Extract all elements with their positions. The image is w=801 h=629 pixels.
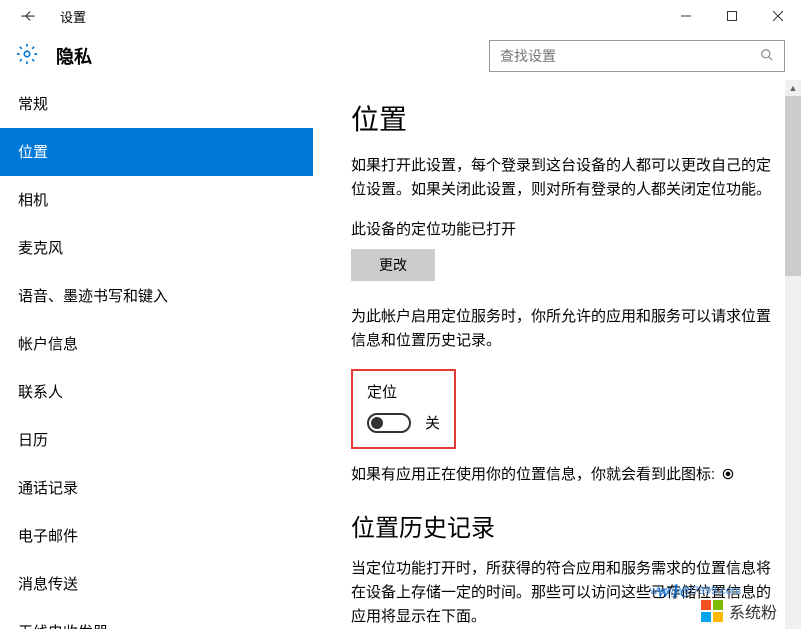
location-toggle[interactable] — [367, 413, 411, 433]
watermark-logo-icon — [701, 600, 723, 622]
close-icon — [773, 11, 783, 21]
watermark: 系统粉 — [701, 599, 777, 623]
window-controls — [663, 0, 801, 32]
sidebar-item-speech-ink[interactable]: 语音、墨迹书写和键入 — [0, 272, 313, 320]
sidebar-item-email[interactable]: 电子邮件 — [0, 512, 313, 560]
sidebar-item-label: 联系人 — [18, 381, 63, 402]
close-button[interactable] — [755, 0, 801, 32]
sidebar-item-call-history[interactable]: 通话记录 — [0, 464, 313, 512]
sidebar-item-label: 帐户信息 — [18, 333, 78, 354]
minimize-icon — [681, 11, 691, 21]
indicator-row: 如果有应用正在使用你的位置信息，你就会看到此图标: — [351, 463, 771, 484]
arrow-left-icon — [19, 7, 37, 25]
intro-text: 如果打开此设置，每个登录到这台设备的人都可以更改自己的定位设置。如果关闭此设置，… — [351, 154, 771, 202]
history-title: 位置历史记录 — [351, 508, 771, 543]
sidebar-item-label: 通话记录 — [18, 477, 78, 498]
sidebar-item-microphone[interactable]: 麦克风 — [0, 224, 313, 272]
service-desc-text: 为此帐户启用定位服务时，你所允许的应用和服务可以请求位置信息和位置历史记录。 — [351, 305, 771, 353]
sidebar-item-label: 电子邮件 — [18, 525, 78, 546]
back-button[interactable] — [8, 0, 48, 32]
minimize-button[interactable] — [663, 0, 709, 32]
maximize-button[interactable] — [709, 0, 755, 32]
sidebar-item-label: 相机 — [18, 189, 48, 210]
sidebar-item-calendar[interactable]: 日历 — [0, 416, 313, 464]
indicator-text: 如果有应用正在使用你的位置信息，你就会看到此图标: — [351, 463, 715, 484]
sidebar-item-location[interactable]: 位置 — [0, 128, 313, 176]
page-title: 隐私 — [56, 43, 92, 69]
main-panel: 位置 如果打开此设置，每个登录到这台设备的人都可以更改自己的定位设置。如果关闭此… — [313, 80, 801, 629]
sidebar-item-contacts[interactable]: 联系人 — [0, 368, 313, 416]
window-title: 设置 — [60, 7, 86, 26]
sidebar-item-label: 消息传送 — [18, 573, 78, 594]
highlight-box: 定位 关 — [351, 369, 456, 449]
sidebar-item-camera[interactable]: 相机 — [0, 176, 313, 224]
scrollbar-thumb[interactable] — [785, 96, 801, 276]
device-status-text: 此设备的定位功能已打开 — [351, 218, 771, 239]
titlebar: 设置 — [0, 0, 801, 32]
search-box[interactable] — [489, 40, 785, 72]
maximize-icon — [727, 11, 737, 21]
sidebar-item-label: 语音、墨迹书写和键入 — [18, 285, 168, 306]
target-icon — [721, 467, 735, 481]
sidebar-item-messaging[interactable]: 消息传送 — [0, 560, 313, 608]
search-input[interactable] — [500, 48, 760, 64]
watermark-url: www.win7999.com — [650, 585, 741, 597]
scroll-up-arrow[interactable]: ▲ — [785, 80, 801, 96]
sidebar-item-label: 常规 — [18, 93, 48, 114]
scrollbar[interactable]: ▲ — [785, 80, 801, 629]
sidebar-item-label: 无线电收发器 — [18, 621, 108, 629]
sidebar-item-label: 位置 — [18, 141, 48, 162]
section-title: 位置 — [351, 98, 771, 138]
toggle-label: 定位 — [367, 381, 440, 402]
toggle-state-text: 关 — [425, 412, 440, 433]
toggle-knob — [371, 417, 383, 429]
content-area: 常规 位置 相机 麦克风 语音、墨迹书写和键入 帐户信息 联系人 日历 通话记录… — [0, 80, 801, 629]
watermark-text: 系统粉 — [729, 599, 777, 623]
sidebar-item-account-info[interactable]: 帐户信息 — [0, 320, 313, 368]
sidebar-item-label: 日历 — [18, 429, 48, 450]
search-icon — [760, 48, 774, 65]
toggle-row: 关 — [367, 412, 440, 433]
sidebar-item-general[interactable]: 常规 — [0, 80, 313, 128]
header: 隐私 — [0, 32, 801, 80]
change-button[interactable]: 更改 — [351, 249, 435, 281]
gear-icon — [16, 43, 38, 70]
sidebar-item-radios[interactable]: 无线电收发器 — [0, 608, 313, 629]
sidebar-item-label: 麦克风 — [18, 237, 63, 258]
sidebar: 常规 位置 相机 麦克风 语音、墨迹书写和键入 帐户信息 联系人 日历 通话记录… — [0, 80, 313, 629]
